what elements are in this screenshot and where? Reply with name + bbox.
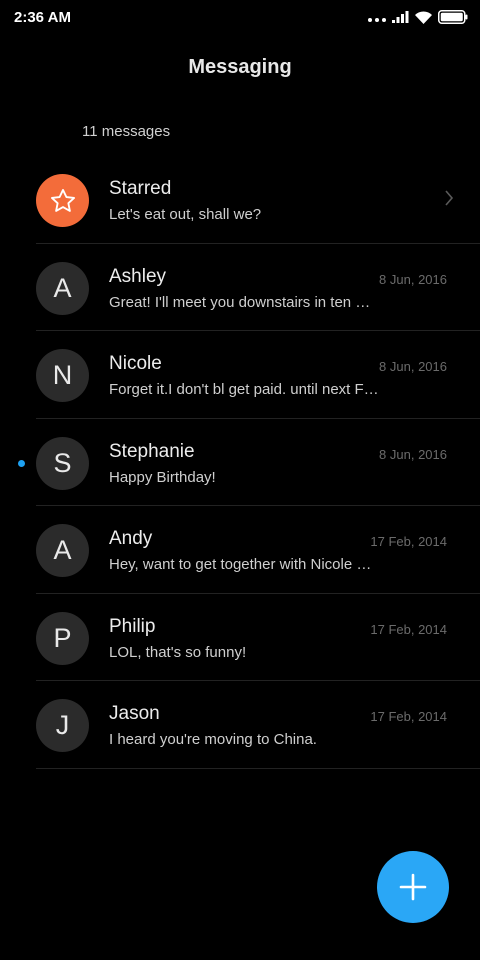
wifi-icon (415, 10, 432, 24)
avatar: A (36, 261, 89, 315)
more-dots-icon (368, 12, 386, 22)
message-preview: Happy Birthday! (109, 468, 216, 486)
contact-name: Andy (109, 528, 153, 549)
message-preview: Let's eat out, shall we? (109, 206, 262, 223)
status-icons (368, 8, 468, 26)
avatar: A (36, 524, 89, 577)
contact-name: Starred (109, 178, 172, 199)
contact-name: Stephanie (109, 440, 195, 462)
conversation-row-starred[interactable]: Starred Let's eat out, shall we? (0, 156, 480, 244)
unread-indicator (18, 459, 25, 467)
signal-icon (392, 11, 409, 23)
avatar: J (36, 699, 89, 752)
divider (36, 767, 480, 769)
conversation-list: Starred Let's eat out, shall we? A Ashle… (0, 156, 480, 769)
contact-name: Philip (109, 615, 156, 637)
message-date: 17 Feb, 2014 (370, 709, 447, 724)
message-date: 8 Jun, 2016 (379, 271, 447, 287)
message-preview: Forget it.I don't bl get paid. until nex… (109, 381, 379, 398)
message-date: 8 Jun, 2016 (379, 446, 447, 462)
plus-icon (399, 873, 427, 901)
conversation-row[interactable]: N Nicole Forget it.I don't bl get paid. … (0, 331, 480, 419)
contact-name: Ashley (109, 265, 167, 287)
message-preview: LOL, that's so funny! (109, 643, 247, 661)
message-date: 17 Feb, 2014 (370, 534, 447, 549)
conversation-row[interactable]: A Ashley Great! I'll meet you downstairs… (0, 244, 480, 331)
avatar: S (36, 436, 89, 490)
contact-name: Jason (109, 703, 160, 724)
starred-avatar (36, 174, 89, 227)
message-preview: Great! I'll meet you downstairs in ten … (109, 293, 371, 311)
message-preview: I heard you're moving to China. (109, 731, 317, 748)
page-title: Messaging (188, 56, 292, 78)
conversation-row[interactable]: J Jason I heard you're moving to China. … (0, 681, 480, 769)
conversation-row[interactable]: A Andy Hey, want to get together with Ni… (0, 506, 480, 594)
conversation-row[interactable]: S Stephanie Happy Birthday! 8 Jun, 2016 (0, 419, 480, 506)
message-preview: Hey, want to get together with Nicole … (109, 556, 372, 573)
new-message-button[interactable] (377, 851, 449, 923)
conversation-row[interactable]: P Philip LOL, that's so funny! 17 Feb, 2… (0, 594, 480, 681)
chevron-right-icon (445, 190, 454, 206)
contact-name: Nicole (109, 353, 162, 374)
status-bar: 2:36 AM (0, 0, 480, 36)
message-count: 11 messages (82, 123, 171, 140)
avatar: P (36, 611, 89, 665)
avatar: N (36, 349, 89, 402)
status-time: 2:36 AM (14, 9, 71, 26)
star-icon (50, 188, 75, 212)
message-date: 8 Jun, 2016 (379, 359, 447, 374)
battery-icon (438, 10, 468, 24)
message-date: 17 Feb, 2014 (370, 621, 447, 637)
